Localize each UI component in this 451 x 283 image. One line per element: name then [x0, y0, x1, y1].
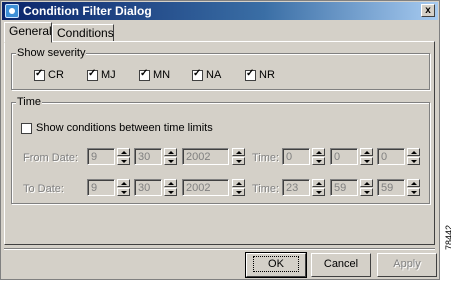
from-minute-field[interactable]: 0: [330, 148, 358, 165]
spin-up-icon[interactable]: [407, 179, 420, 187]
spin-up-icon[interactable]: [164, 179, 177, 187]
severity-cr-label: CR: [48, 69, 64, 81]
figure-id: 78442: [444, 224, 451, 250]
to-time-label: Time:: [252, 183, 280, 195]
spin-down-icon[interactable]: [312, 188, 325, 196]
to-year-field[interactable]: 2002: [182, 179, 229, 196]
from-month-field[interactable]: 9: [87, 148, 115, 165]
spin-down-icon[interactable]: [117, 188, 130, 196]
to-minute-spinner[interactable]: [360, 179, 373, 196]
spin-down-icon[interactable]: [232, 188, 245, 196]
from-year-field[interactable]: 2002: [182, 148, 229, 165]
from-day-spinner[interactable]: [164, 148, 177, 165]
spin-down-icon[interactable]: [164, 157, 177, 165]
ok-button[interactable]: OK: [245, 252, 307, 278]
severity-mn-checkbox[interactable]: [139, 68, 150, 81]
title-bar[interactable]: Condition Filter Dialog x: [2, 2, 438, 20]
severity-mn-label: MN: [153, 69, 171, 81]
close-button[interactable]: x: [421, 4, 435, 17]
severity-na-checkbox[interactable]: [192, 68, 203, 81]
from-hour-field[interactable]: 0: [282, 148, 310, 165]
spin-up-icon[interactable]: [360, 148, 373, 156]
tab-general[interactable]: General: [4, 22, 52, 43]
spin-down-icon[interactable]: [312, 157, 325, 165]
spin-down-icon[interactable]: [117, 157, 130, 165]
spin-down-icon[interactable]: [164, 188, 177, 196]
from-minute-spinner[interactable]: [360, 148, 373, 165]
spin-up-icon[interactable]: [164, 148, 177, 156]
to-day-spinner[interactable]: [164, 179, 177, 196]
spin-down-icon[interactable]: [360, 188, 373, 196]
spin-up-icon[interactable]: [232, 148, 245, 156]
severity-mj-checkbox[interactable]: [87, 68, 98, 81]
to-month-spinner[interactable]: [117, 179, 130, 196]
severity-legend: Show severity: [16, 47, 87, 59]
severity-mj-label: MJ: [101, 69, 116, 81]
to-day-field[interactable]: 30: [134, 179, 162, 196]
spin-down-icon[interactable]: [360, 157, 373, 165]
from-day-field[interactable]: 30: [134, 148, 162, 165]
from-second-field[interactable]: 0: [377, 148, 405, 165]
spin-down-icon[interactable]: [232, 157, 245, 165]
from-year-spinner[interactable]: [232, 148, 245, 165]
from-date-label: From Date:: [23, 152, 79, 164]
time-limits-checkbox[interactable]: [21, 123, 32, 134]
to-year-spinner[interactable]: [232, 179, 245, 196]
window-title: Condition Filter Dialog: [23, 4, 152, 18]
from-second-spinner[interactable]: [407, 148, 420, 165]
spin-up-icon[interactable]: [407, 148, 420, 156]
severity-na-label: NA: [206, 69, 222, 81]
from-time-label: Time:: [252, 152, 280, 164]
to-hour-spinner[interactable]: [312, 179, 325, 196]
time-limits-label: Show conditions between time limits: [36, 122, 213, 134]
to-minute-field[interactable]: 59: [330, 179, 358, 196]
severity-cr-checkbox[interactable]: [34, 68, 45, 81]
apply-button[interactable]: Apply: [377, 253, 437, 277]
spin-up-icon[interactable]: [312, 148, 325, 156]
spin-up-icon[interactable]: [360, 179, 373, 187]
spin-up-icon[interactable]: [232, 179, 245, 187]
severity-nr-checkbox[interactable]: [245, 68, 256, 81]
spin-down-icon[interactable]: [407, 188, 420, 196]
dialog-window: Condition Filter Dialog x General Condit…: [0, 0, 440, 280]
to-second-field[interactable]: 59: [377, 179, 405, 196]
to-second-spinner[interactable]: [407, 179, 420, 196]
to-hour-field[interactable]: 23: [282, 179, 310, 196]
app-icon: [5, 4, 19, 18]
to-month-field[interactable]: 9: [87, 179, 115, 196]
ok-button-label: OK: [253, 256, 299, 272]
to-date-label: To Date:: [23, 183, 64, 195]
from-month-spinner[interactable]: [117, 148, 130, 165]
spin-up-icon[interactable]: [312, 179, 325, 187]
time-legend: Time: [16, 96, 43, 108]
button-separator: [4, 248, 435, 250]
tab-conditions[interactable]: Conditions: [52, 24, 114, 42]
cancel-button[interactable]: Cancel: [311, 253, 371, 277]
spin-down-icon[interactable]: [407, 157, 420, 165]
from-hour-spinner[interactable]: [312, 148, 325, 165]
spin-up-icon[interactable]: [117, 179, 130, 187]
severity-nr-label: NR: [259, 69, 275, 81]
spin-up-icon[interactable]: [117, 148, 130, 156]
